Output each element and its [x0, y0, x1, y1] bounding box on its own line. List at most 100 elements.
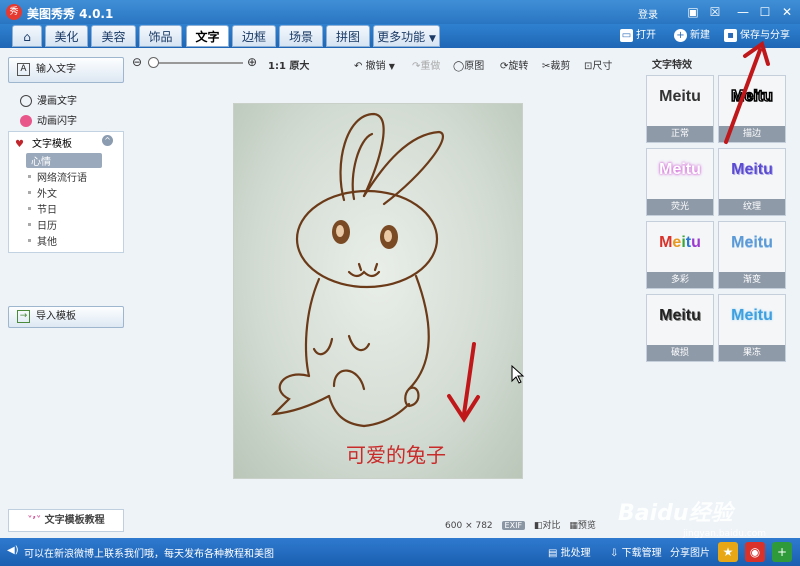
folder-icon: ▭: [620, 28, 633, 42]
minimize-icon[interactable]: —: [734, 3, 752, 21]
effect-glow[interactable]: Meitu 荧光: [646, 148, 714, 216]
preview-button[interactable]: ▦预览: [569, 521, 596, 531]
login-link[interactable]: 登录: [638, 6, 658, 21]
text-template-panel: ♥ 文字模板 ^ 心情 网络流行语 外文 节日 日历 其他: [8, 131, 124, 253]
effect-jelly[interactable]: Meitu 果冻: [718, 294, 786, 362]
canvas-area: ⊖ ⊕ 1:1 原大 ↶ 撤销 ▼ ↷重做 ◯原图 ⟳旋转 ✂裁剪 ⊡尺寸 可爱…: [130, 48, 640, 538]
tab-scene[interactable]: 场景: [279, 25, 323, 47]
plus-icon[interactable]: +: [772, 542, 792, 562]
zoom-in-icon[interactable]: ⊕: [247, 55, 257, 69]
effect-caption: 荧光: [647, 199, 713, 215]
tab-frame[interactable]: 边框: [232, 25, 276, 47]
feedback-icon[interactable]: ☒: [706, 3, 724, 21]
tab-collage[interactable]: 拼图: [326, 25, 370, 47]
bullet-icon: [28, 175, 31, 178]
crop-button[interactable]: ✂裁剪: [542, 57, 570, 72]
rotate-button[interactable]: ⟳旋转: [500, 57, 528, 72]
resize-button[interactable]: ⊡尺寸: [584, 57, 612, 72]
template-category-internet[interactable]: 网络流行语: [37, 169, 87, 184]
home-icon: ⌂: [23, 30, 31, 44]
import-icon: →: [17, 309, 30, 323]
template-category-foreign[interactable]: 外文: [37, 185, 57, 200]
new-button[interactable]: + 新建: [674, 27, 710, 45]
close-icon[interactable]: ✕: [778, 3, 796, 21]
undo-button[interactable]: ↶ 撤销 ▼: [354, 57, 395, 72]
undo-icon: ↶: [354, 61, 363, 72]
save-share-button[interactable]: ▪ 保存与分享: [724, 27, 790, 45]
zoom-out-icon[interactable]: ⊖: [132, 55, 142, 69]
compare-button[interactable]: ◧对比: [534, 521, 561, 531]
effect-gradient[interactable]: Meitu 渐变: [718, 221, 786, 289]
effect-normal[interactable]: Meitu 正常: [646, 75, 714, 143]
template-category-mood[interactable]: 心情: [26, 153, 102, 168]
app-logo-icon: 秀: [6, 4, 22, 20]
left-panel: A 输入文字 漫画文字 动画闪字 ♥ 文字模板 ^ 心情 网络流行语 外文 节日 日…: [0, 48, 130, 538]
status-message[interactable]: 可以在新浪微博上联系我们哦，每天发布各种教程和美图: [24, 545, 274, 560]
effect-sample: Meitu: [730, 87, 773, 106]
exif-badge[interactable]: EXIF: [501, 521, 526, 530]
speech-bubble-icon: [20, 95, 32, 107]
text-icon: A: [17, 62, 30, 76]
effect-letter: e: [672, 234, 682, 251]
edited-photo[interactable]: 可爱的兔子: [233, 103, 523, 479]
template-tutorial-link[interactable]: ˅ʼ˅ 文字模板教程: [8, 509, 124, 532]
tab-more[interactable]: 更多功能 ▼: [373, 25, 440, 47]
effect-caption: 纹理: [719, 199, 785, 215]
redo-button[interactable]: ↷重做: [412, 57, 440, 72]
maximize-icon[interactable]: ☐: [756, 3, 774, 21]
star-icon[interactable]: ★: [718, 542, 738, 562]
tab-text[interactable]: 文字: [186, 25, 229, 47]
message-icon[interactable]: ▣: [684, 3, 702, 21]
image-info: 600 × 782 EXIF ◧对比 ▦预览: [445, 518, 596, 531]
status-bar: ◀) 可以在新浪微博上联系我们哦，每天发布各种教程和美图 ▤ 批处理 ⇩ 下载管…: [0, 538, 800, 566]
zoom-slider-handle[interactable]: [148, 57, 159, 68]
batch-process-button[interactable]: ▤ 批处理: [548, 544, 591, 559]
effect-caption: 果冻: [719, 345, 785, 361]
zoom-slider[interactable]: [150, 62, 243, 64]
tab-home[interactable]: ⌂: [12, 25, 42, 47]
effect-letter: M: [659, 234, 673, 251]
bunny-drawing: 可爱的兔子: [271, 112, 480, 467]
save-icon: ▪: [724, 28, 737, 42]
effect-letter: u: [691, 234, 701, 251]
effect-sample: Meitu: [647, 234, 713, 252]
preview-icon: ▦: [569, 521, 578, 531]
app-title: 美图秀秀 4.0.1: [27, 7, 114, 21]
plus-icon: +: [674, 28, 687, 42]
effect-caption: 正常: [647, 126, 713, 142]
comic-text-item[interactable]: 漫画文字: [20, 92, 77, 107]
share-image-button[interactable]: 分享图片: [670, 544, 710, 559]
effect-caption: 多彩: [647, 272, 713, 288]
watermark-url: jingyan.baidu.com: [683, 529, 767, 539]
effect-caption: 渐变: [719, 272, 785, 288]
effect-stroke[interactable]: Meitu 描边: [718, 75, 786, 143]
download-manager-button[interactable]: ⇩ 下载管理: [610, 544, 662, 559]
template-header[interactable]: ♥ 文字模板: [15, 135, 72, 151]
effect-sample: Meitu: [659, 161, 701, 178]
tab-beautify[interactable]: 美化: [45, 25, 88, 47]
template-category-calendar[interactable]: 日历: [37, 217, 57, 232]
chevron-down-icon: ▼: [428, 34, 436, 44]
effect-broken[interactable]: Meitu 破损: [646, 294, 714, 362]
template-category-holiday[interactable]: 节日: [37, 201, 57, 216]
animated-text-item[interactable]: 动画闪字: [20, 112, 77, 127]
effect-sample: Meitu: [731, 161, 773, 178]
original-button[interactable]: ◯原图: [453, 57, 484, 72]
collapse-icon[interactable]: ^: [102, 135, 113, 146]
batch-icon: ▤: [548, 548, 558, 559]
weibo-icon[interactable]: ◉: [745, 542, 765, 562]
tab-accessories[interactable]: 饰品: [139, 25, 182, 47]
tab-beauty[interactable]: 美容: [91, 25, 136, 47]
effect-sample: Meitu: [659, 307, 701, 324]
effect-colorful[interactable]: Meitu 多彩: [646, 221, 714, 289]
watermark-logo: Baidu经验: [618, 501, 733, 526]
image-width: 600: [445, 521, 463, 531]
import-template-button[interactable]: → 导入模板: [8, 306, 124, 328]
open-button[interactable]: ▭ 打开: [620, 27, 656, 45]
right-panel: 文字特效 Meitu 正常 Meitu 描边 Meitu 荧光 Meitu 纹理…: [640, 48, 800, 538]
input-text-button[interactable]: A 输入文字: [8, 57, 124, 83]
template-category-other[interactable]: 其他: [37, 233, 57, 248]
chevron-down-icon: ▼: [388, 62, 395, 71]
actual-size-button[interactable]: 1:1 原大: [268, 57, 309, 72]
effect-texture[interactable]: Meitu 纹理: [718, 148, 786, 216]
